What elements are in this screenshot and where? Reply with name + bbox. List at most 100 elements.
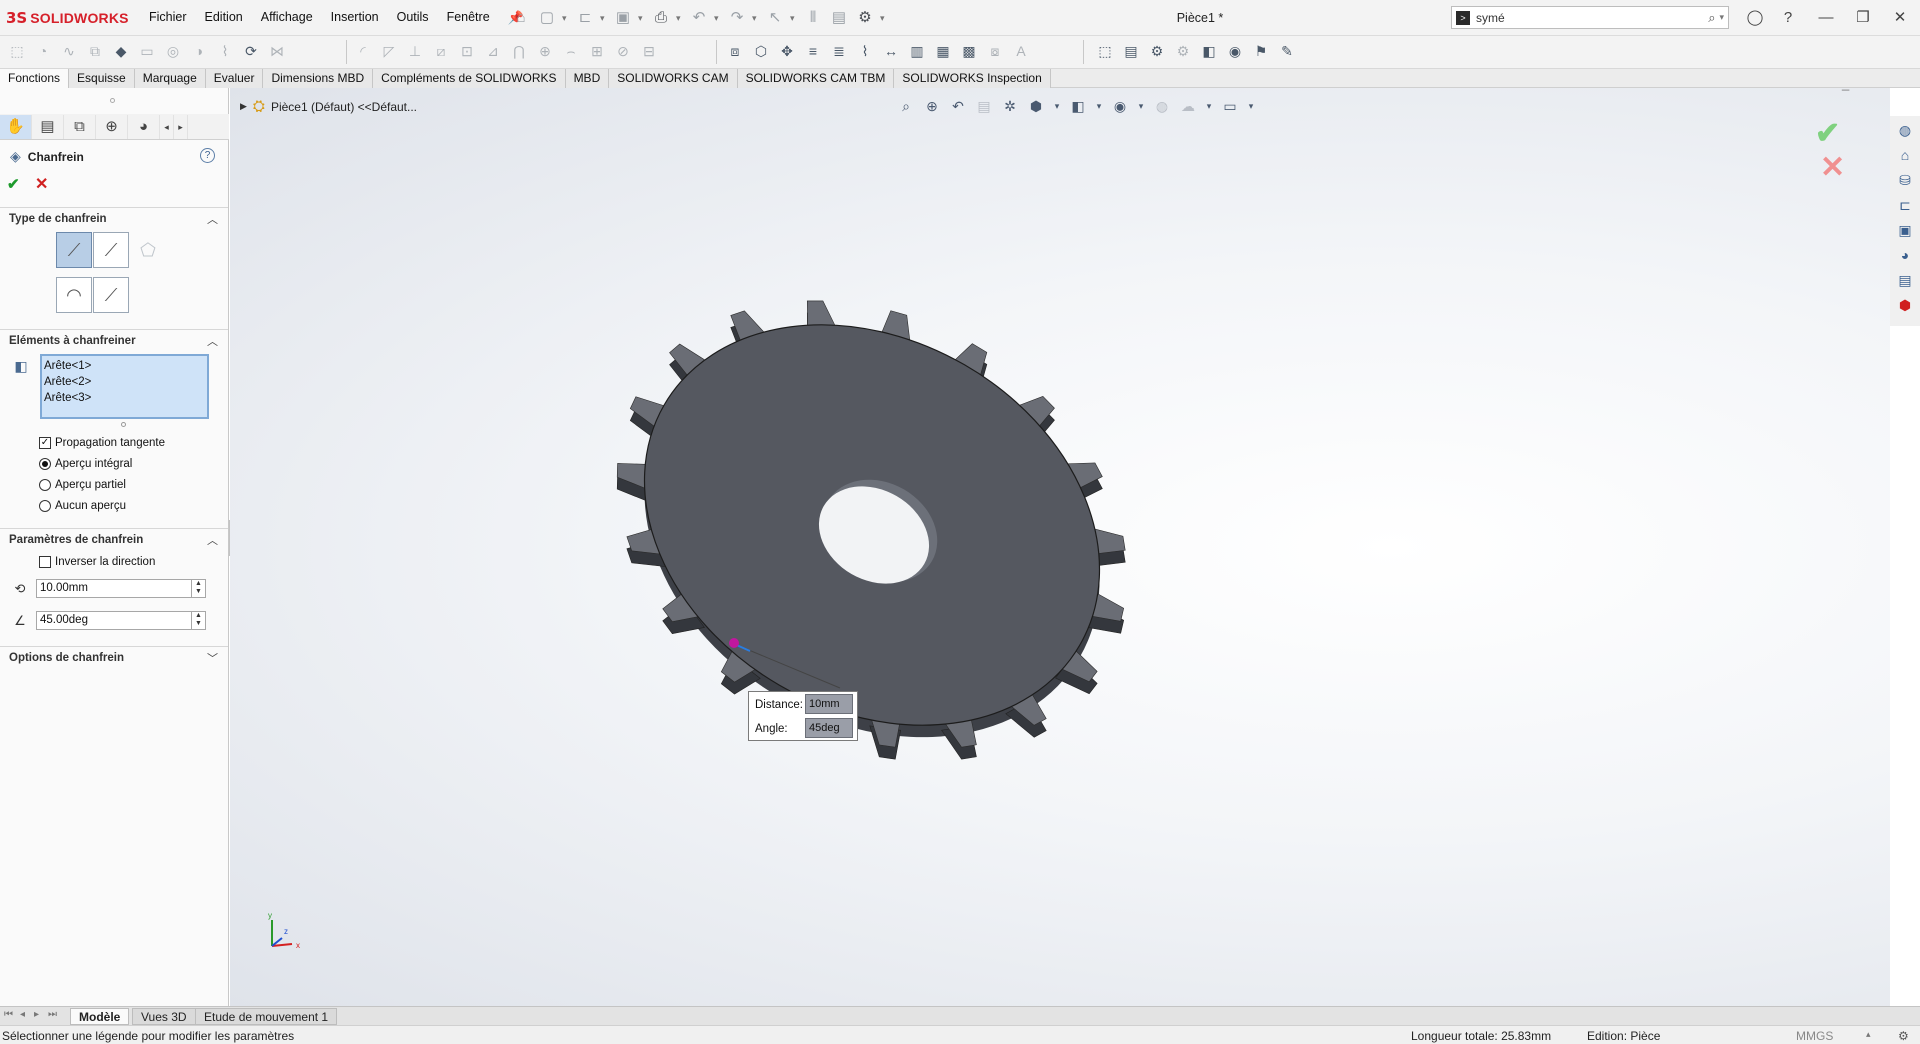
search-input[interactable]: symé [1476,11,1708,25]
section-items-to-chamfer[interactable]: Eléments à chanfreiner ︿ [0,329,228,351]
tab-solidworks-cam[interactable]: SOLIDWORKS CAM [609,69,738,88]
chevron-down-icon[interactable]: ▾ [638,7,646,29]
chamfer-offset-face-button[interactable]: ◠ [56,277,92,313]
grid-icon[interactable]: ▦ [932,40,954,62]
tab-solidworks-inspection[interactable]: SOLIDWORKS Inspection [894,69,1051,88]
chevron-down-icon[interactable]: ﹀ [207,650,218,666]
chevron-down-icon[interactable]: ▾ [600,7,608,29]
design-library-icon[interactable]: ⛁ [1894,169,1916,191]
display-style-icon[interactable]: ◧ [1068,96,1088,116]
ok-checkmark-icon[interactable]: ✔ [7,175,20,193]
no-preview-row[interactable]: Aucun aperçu [39,500,126,512]
configuration-manager-icon[interactable]: ⧉ [64,114,96,139]
callout-distance-value[interactable]: 10mm [805,694,853,714]
partial-preview-radio[interactable] [39,479,51,491]
feature-tree-flyout[interactable]: ▶ ⛭ Pièce1 (Défaut) <<Défaut... [240,98,417,115]
redo-icon[interactable]: ↷ [726,7,748,29]
reference-geometry-icon[interactable]: ⊕ [534,40,556,62]
chevron-down-icon[interactable]: ▾ [1719,12,1724,23]
chevron-down-icon[interactable]: ▾ [562,7,570,29]
full-preview-row[interactable]: Aperçu intégral [39,458,132,470]
instant-feature-icon[interactable]: ⬚ [1094,40,1116,62]
chevron-down-icon[interactable]: ▾ [752,7,760,29]
smart-fastener-icon[interactable]: ◧ [1198,40,1220,62]
chevron-down-icon[interactable]: ▾ [714,7,722,29]
hide-show-items-icon[interactable]: ◉ [1110,96,1130,116]
tab-complements[interactable]: Compléments de SOLIDWORKS [373,69,566,88]
list-resize-handle[interactable] [121,422,126,427]
chevron-right-icon[interactable]: ▸ [174,114,188,139]
hole-wizard-icon[interactable]: ◎ [162,40,184,62]
graphics-area[interactable]: ▶ ⛭ Pièce1 (Défaut) <<Défaut... ⌕ ⊕ ↶ ▤ … [230,88,1890,1006]
tab-motion-study[interactable]: Etude de mouvement 1 [195,1008,338,1025]
list-item[interactable]: Arête<3> [44,390,205,406]
distance-spinbox[interactable]: 10.00mm ▲ ▼ [36,579,206,598]
help-icon[interactable]: ? [200,148,215,163]
robot-icon[interactable]: ◉ [1224,40,1246,62]
revolve-boss-icon[interactable]: ◔ [32,40,54,62]
tab-evaluer[interactable]: Evaluer [205,69,264,88]
chevron-down-icon[interactable]: ▾ [676,7,684,29]
file-explorer-icon[interactable]: ⊏ [1894,194,1916,216]
open-folder-icon[interactable]: ⊏ [574,7,596,29]
chevron-down-icon[interactable]: ▾ [1246,96,1256,116]
chevron-left-icon[interactable]: ◂ [160,114,174,139]
callout-angle-value[interactable]: 45deg [805,718,853,738]
angle-value[interactable]: 45.00deg [40,614,88,626]
settings-gear-icon[interactable]: ⚙ [1146,40,1168,62]
section-view-icon[interactable]: ▤ [974,96,994,116]
intersect-icon[interactable]: ⋂ [508,40,530,62]
menu-fichier[interactable]: Fichier [140,10,196,26]
doc-restore-icon[interactable]: ❐ [1864,88,1876,90]
expand-arrow-icon[interactable]: ▶ [240,101,247,112]
tangent-propagation-checkbox[interactable]: ✓ [39,437,51,449]
help-icon[interactable]: ? [1777,7,1799,29]
previous-view-icon[interactable]: ↶ [948,96,968,116]
doc-close-icon[interactable]: ✕ [1888,88,1890,90]
draft-icon[interactable]: ⧄ [430,40,452,62]
selection-handle[interactable] [729,638,739,648]
font-feature-icon[interactable]: A [1010,40,1032,62]
list-item[interactable]: Arête<2> [44,374,205,390]
tab-dimensions-mbd[interactable]: Dimensions MBD [263,69,374,88]
last-tab-arrow-icon[interactable]: ⏭ [48,1009,57,1020]
process-gear-icon[interactable]: ⚙ [1172,40,1194,62]
confirm-corner-ok-icon[interactable]: ✔ [1815,116,1840,151]
library-icon[interactable]: ▩ [958,40,980,62]
combine-icon[interactable]: ⧈ [724,40,746,62]
revolved-cut-icon[interactable]: ◑ [188,40,210,62]
tab-solidworks-cam-tbm[interactable]: SOLIDWORKS CAM TBM [737,69,895,88]
tab-modele[interactable]: Modèle [70,1008,130,1025]
mirror-icon[interactable]: ⋈ [266,40,288,62]
doc-minimize-icon[interactable]: _ [1842,88,1849,91]
display-manager-icon[interactable]: ◕ [128,114,160,139]
tab-marquage[interactable]: Marquage [134,69,206,88]
user-account-icon[interactable]: ◯ [1744,7,1766,29]
apply-scene-icon[interactable]: ☁ [1178,96,1198,116]
split-icon[interactable]: ⊟ [638,40,660,62]
solidworks-resources-icon[interactable]: ◍ [1894,119,1916,141]
save-icon[interactable]: ▣ [612,7,634,29]
home-icon[interactable]: ⌂ [1894,144,1916,166]
view-settings-icon[interactable]: ▭ [1220,96,1240,116]
options-gear-icon[interactable]: ⚙ [854,7,876,29]
features-manager-icon[interactable]: ▤ [1120,40,1142,62]
section-icon[interactable]: ⊘ [612,40,634,62]
tab-fonctions[interactable]: Fonctions [0,69,70,88]
zoom-to-fit-icon[interactable]: ⌕ [896,96,916,116]
prev-tab-arrow-icon[interactable]: ◂ [20,1009,25,1020]
feature-manager-icon[interactable]: ✋ [0,114,32,139]
section-chamfer-parameters[interactable]: Paramètres de chanfrein ︿ [0,528,228,550]
chevron-down-icon[interactable]: ▾ [790,7,798,29]
reverse-direction-row[interactable]: Inverser la direction [39,556,155,568]
file-properties-icon[interactable]: ▤ [828,7,850,29]
rebuild-icon[interactable]: ⦀ [802,7,824,29]
move-copy-icon[interactable]: ✥ [776,40,798,62]
tile-left-icon[interactable]: ◫ [1790,88,1802,90]
layers-icon[interactable]: ≡ [802,40,824,62]
instant3d-icon[interactable]: ⊞ [586,40,608,62]
gear-body[interactable] [610,248,1130,768]
menu-insertion[interactable]: Insertion [322,10,388,26]
chevron-down-icon[interactable]: ▾ [1094,96,1104,116]
body-icon[interactable]: ⬡ [750,40,772,62]
